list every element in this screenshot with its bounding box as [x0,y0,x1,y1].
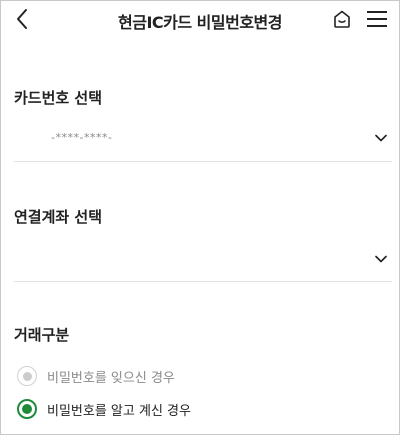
radio-option-forgot-password[interactable]: 비밀번호를 잊으신 경우 [17,364,175,388]
app-frame: 현금IC카드 비밀번호변경 카드번호 선택 -****-****- 연결계좌 선… [0,0,400,435]
card-number-value: -****-****- [51,130,113,144]
hamburger-menu-icon [366,10,388,32]
home-button[interactable] [331,9,353,33]
header-bar: 현금IC카드 비밀번호변경 [1,1,399,41]
radio-button-disabled[interactable] [17,366,37,386]
radio-button-selected[interactable] [17,399,37,419]
linked-account-label: 연결계좌 선택 [14,208,103,226]
transaction-type-label: 거래구분 [14,326,70,344]
page-title: 현금IC카드 비밀번호변경 [118,13,282,32]
chevron-left-icon [15,8,29,34]
back-button[interactable] [11,9,33,33]
menu-button[interactable] [365,10,389,32]
card-number-label: 카드번호 선택 [14,89,103,107]
linked-account-select[interactable] [14,238,392,278]
chevron-down-icon [374,130,388,144]
divider [14,161,392,162]
card-number-select[interactable]: -****-****- [14,117,392,157]
chevron-down-icon [374,251,388,265]
radio-label: 비밀번호를 알고 계신 경우 [47,403,191,419]
radio-option-know-password[interactable]: 비밀번호를 알고 계신 경우 [17,397,191,421]
divider [14,281,392,282]
home-icon [332,9,352,33]
radio-label: 비밀번호를 잊으신 경우 [47,370,175,386]
